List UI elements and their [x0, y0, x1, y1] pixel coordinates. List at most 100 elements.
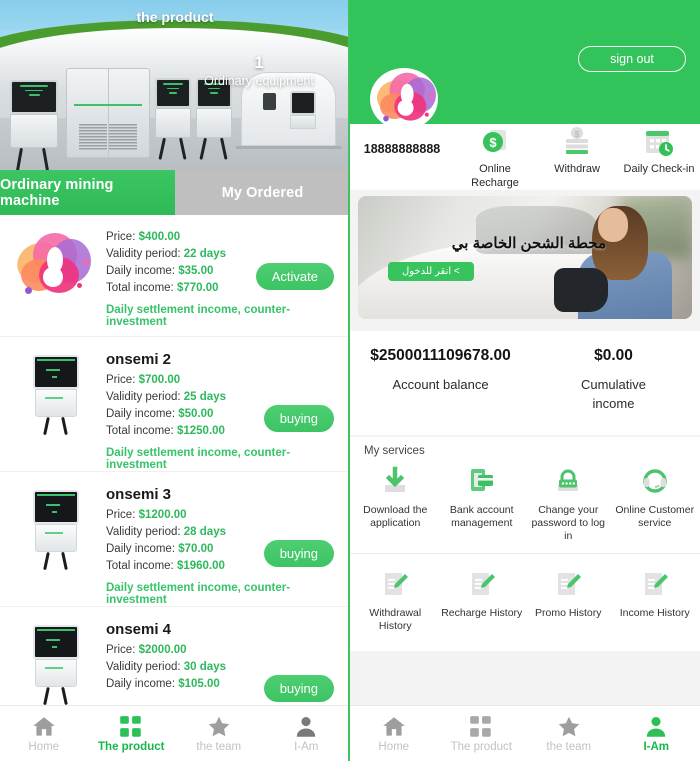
daily-income-label: Daily income:	[106, 543, 176, 555]
daily-income-label: Daily income:	[106, 678, 176, 690]
nav-item-i-am[interactable]: I-Am	[613, 714, 700, 753]
product-total-income: $1250.00	[176, 425, 225, 437]
my-services: My services Download the application Ban…	[350, 437, 700, 651]
total-income-label: Total income:	[106, 282, 174, 294]
product-item[interactable]: onsemi 3 Price: $1200.00 Validity period…	[0, 472, 348, 607]
total-income-label: Total income:	[106, 425, 174, 437]
nav-label: I-Am	[643, 741, 670, 753]
nav-label: Home	[28, 741, 60, 753]
product-note: Daily settlement income, counter-investm…	[106, 582, 291, 606]
account-phone: 18888888888	[363, 142, 441, 156]
service-label: Change your password to log in	[531, 504, 606, 542]
activate-button[interactable]: Activate	[255, 263, 334, 290]
nav-item-the-team[interactable]: the team	[525, 714, 613, 753]
price-label: Price:	[106, 644, 136, 656]
dollar-circle-icon: $	[478, 126, 512, 160]
action-label: Daily Check-in	[623, 163, 695, 175]
banner-cta-button[interactable]: > انقر للدخول	[388, 262, 474, 281]
nav-item-i-am[interactable]: I-Am	[263, 714, 349, 753]
service-online-customer-service[interactable]: Online Customer service	[612, 463, 699, 545]
grid-icon	[468, 714, 494, 740]
calendar-clock-icon	[642, 126, 676, 160]
action-label: Online Recharge	[471, 163, 519, 189]
product-thumbnail	[10, 229, 102, 336]
nav-item-the-product[interactable]: The product	[88, 714, 176, 753]
product-name: onsemi 4	[106, 621, 172, 638]
service-recharge-history[interactable]: Recharge History	[439, 566, 526, 635]
product-validity: 22 days	[183, 248, 226, 260]
banner-bag	[554, 268, 608, 312]
cumulative-income-amount: $0.00	[594, 347, 633, 364]
nav-item-home[interactable]: Home	[350, 714, 438, 753]
product-validity: 25 days	[183, 391, 226, 403]
product-daily-income: $105.00	[178, 678, 220, 690]
headset-icon	[638, 465, 672, 499]
product-item[interactable]: Price: $400.00 Validity period: 22 days …	[0, 215, 348, 337]
cumulative-income-label: Cumulative income	[580, 377, 647, 411]
charger-thumb-icon	[33, 355, 79, 436]
banner-headline: محطة الشحن الخاصة بي	[451, 235, 606, 252]
product-validity: 28 days	[183, 526, 226, 538]
service-label: Income History	[619, 607, 690, 619]
account-balance-cell: $2500011109678.00 Account balance	[350, 331, 527, 435]
home-icon	[31, 714, 57, 740]
brand-logo-icon	[11, 233, 95, 299]
validity-label: Validity period:	[106, 248, 181, 260]
action-online-recharge[interactable]: $ Online Recharge	[454, 124, 536, 190]
product-price: $400.00	[138, 231, 181, 243]
validity-label: Validity period:	[106, 391, 181, 403]
nav-item-home[interactable]: Home	[0, 714, 88, 753]
buy-button[interactable]: buying	[263, 540, 334, 567]
product-item[interactable]: onsemi 2 Price: $700.00 Validity period:…	[0, 337, 348, 472]
nav-label: the team	[546, 741, 592, 753]
service-bank-account-management[interactable]: Bank account management	[439, 463, 526, 545]
document-edit-icon	[465, 568, 499, 602]
action-daily-check-in[interactable]: Daily Check-in	[618, 124, 700, 176]
nav-item-the-team[interactable]: the team	[175, 714, 263, 753]
service-label: Recharge History	[441, 607, 523, 619]
product-daily-income: $35.00	[178, 265, 214, 277]
charger-thumb-icon	[33, 625, 79, 706]
buy-button[interactable]: buying	[263, 675, 334, 702]
app-root: the product 1 Ordinary equipment Ordinar…	[0, 0, 700, 761]
sign-out-button[interactable]: sign out	[578, 46, 686, 72]
product-panel: the product 1 Ordinary equipment Ordinar…	[0, 0, 350, 761]
service-promo-history[interactable]: Promo History	[525, 566, 612, 635]
star-icon	[206, 714, 232, 740]
service-withdrawal-history[interactable]: Withdrawal History	[352, 566, 439, 635]
page-title: the product	[136, 9, 214, 25]
svg-text:$: $	[489, 135, 497, 150]
promo-banner[interactable]: محطة الشحن الخاصة بي > انقر للدخول	[358, 196, 692, 319]
service-income-history[interactable]: Income History	[612, 566, 699, 635]
service-label: Online Customer service	[615, 504, 695, 529]
hero-badge: 1 Ordinary equipment	[168, 53, 348, 89]
person-icon	[643, 714, 669, 740]
price-label: Price:	[106, 231, 136, 243]
service-label: Withdrawal History	[369, 607, 422, 632]
service-download-application[interactable]: Download the application	[352, 463, 439, 545]
action-withdraw[interactable]: $ Withdraw	[536, 124, 618, 176]
bank-card-icon	[465, 465, 499, 499]
download-icon	[378, 465, 412, 499]
charger-thumb-icon	[33, 490, 79, 571]
charger-pod-base	[236, 146, 342, 149]
document-edit-icon	[551, 568, 585, 602]
price-label: Price:	[106, 509, 136, 521]
product-name: onsemi 3	[106, 486, 172, 503]
services-row-primary: Download the application Bank account ma…	[350, 459, 700, 553]
product-total-income: $1960.00	[176, 560, 225, 572]
document-edit-icon	[378, 568, 412, 602]
service-label: Download the application	[363, 504, 428, 529]
service-change-password[interactable]: Change your password to log in	[525, 463, 612, 545]
account-balance-amount: $2500011109678.00	[370, 347, 511, 364]
avatar[interactable]	[370, 68, 438, 130]
nav-item-the-product[interactable]: The product	[438, 714, 526, 753]
account-panel: sign out 18888888888 $ Online Recharge $…	[350, 0, 700, 761]
tab-ordinary-mining-machine[interactable]: Ordinary mining machine	[0, 170, 175, 215]
bottom-nav-left: Home The product the team I-Am	[0, 705, 349, 761]
buy-button[interactable]: buying	[263, 405, 334, 432]
brand-logo-icon	[372, 72, 436, 126]
tab-my-ordered[interactable]: My Ordered	[175, 170, 348, 215]
charger-unit-1	[10, 80, 58, 170]
daily-income-label: Daily income:	[106, 265, 176, 277]
